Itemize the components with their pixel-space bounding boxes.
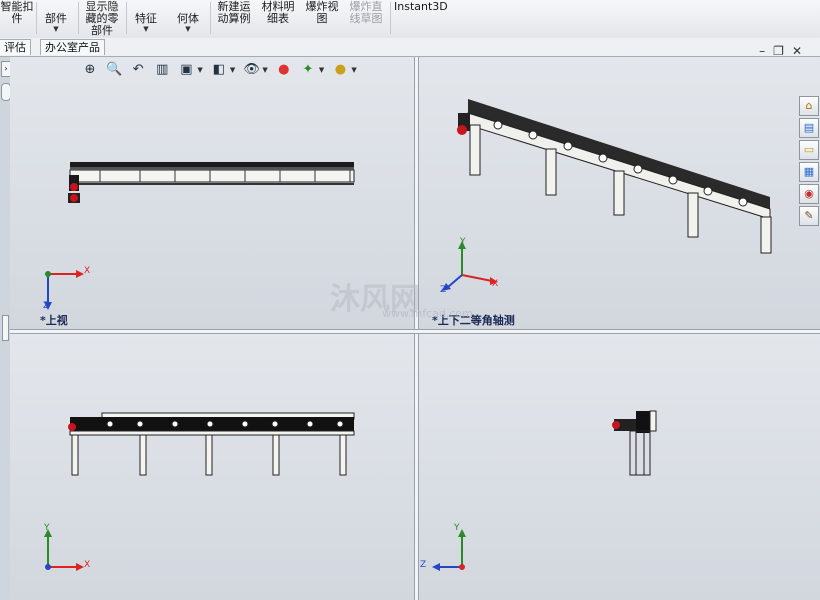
chevron-down-icon[interactable]: ▼ — [128, 25, 164, 33]
command-tabs: 评估 办公室产品 — [0, 38, 820, 57]
explode-line-sketch-button[interactable]: 爆炸直 线草图 — [346, 0, 386, 37]
tb-label: 部件 — [45, 12, 67, 25]
chevron-down-icon[interactable]: ▼ — [197, 62, 202, 78]
tb-label: Instant3D — [394, 0, 448, 13]
tb-label: 智能扣 件 — [0, 0, 34, 25]
tab-evaluate[interactable]: 评估 — [0, 39, 31, 55]
view-orientation-icon[interactable]: ▣ — [178, 62, 194, 78]
y-axis-label: Y — [44, 523, 50, 533]
minimize-icon[interactable]: – — [759, 44, 773, 58]
folder-icon[interactable]: ▭ — [799, 140, 819, 160]
viewport-bottom-left[interactable]: Y X — [10, 333, 414, 600]
instant3d-button[interactable]: Instant3D — [394, 0, 448, 37]
heads-up-view-toolbar: ⊕ 🔍 ↶ ▥ ▣ ▼ ◧ ▼ 👁 ▼ ● ✦ ▼ ● ▼ — [82, 62, 360, 80]
appearance-icon[interactable]: ◉ — [799, 184, 819, 204]
window-controls: –❐✕ — [759, 44, 810, 58]
chevron-down-icon[interactable]: ▼ — [170, 25, 206, 33]
graphics-area[interactable]: X Z *上视 Y X Z *上下二等角轴测 Y X Y Z 沐风网 www.m… — [10, 57, 820, 600]
new-motion-study-button[interactable]: 新建运 动算例 — [214, 0, 254, 37]
chevron-down-icon[interactable]: ▼ — [40, 25, 72, 33]
command-manager-toolbar: 智能扣 件 部件 ▼ 显示隐 藏的零 部件 特征 ▼ 何体 ▼ 新建运 动算例 材料明… — [0, 0, 820, 39]
edit-appearance-icon[interactable]: ● — [276, 62, 292, 78]
restore-icon[interactable]: ❐ — [773, 44, 792, 58]
library-icon[interactable]: ▤ — [799, 118, 819, 138]
hide-show-items-icon[interactable]: 👁 — [243, 62, 260, 78]
chevron-down-icon[interactable]: ▼ — [319, 62, 324, 78]
z-axis-label: Z — [440, 285, 447, 295]
previous-view-icon[interactable]: ↶ — [130, 62, 146, 78]
view-settings-icon[interactable]: ● — [332, 62, 348, 78]
view-palette-icon[interactable]: ▦ — [799, 162, 819, 182]
show-hidden-components-button[interactable]: 显示隐 藏的零 部件 — [82, 0, 122, 37]
viewport-splitter-horizontal[interactable] — [10, 329, 820, 334]
side-view-model — [612, 410, 657, 476]
top-view-label: *上视 — [40, 314, 68, 327]
custom-props-icon[interactable]: ✎ — [799, 206, 819, 226]
x-axis-label: X — [84, 560, 91, 570]
exploded-view-button[interactable]: 爆炸视 图 — [304, 0, 340, 37]
chevron-down-icon[interactable]: ▼ — [262, 62, 267, 78]
x-axis-label: X — [492, 279, 499, 289]
viewport-bottom-right[interactable]: Y Z — [418, 333, 820, 600]
watermark-url: www.mfcad.com — [382, 307, 473, 320]
apply-scene-icon[interactable]: ✦ — [300, 62, 316, 78]
display-style-icon[interactable]: ◧ — [211, 62, 227, 78]
splitter-handle[interactable] — [2, 315, 9, 341]
section-view-icon[interactable]: ▥ — [154, 62, 170, 78]
y-axis-label: Y — [454, 523, 460, 533]
viewport-top-right[interactable]: Y X Z *上下二等角轴测 — [418, 57, 820, 329]
x-axis-label: X — [84, 266, 91, 276]
smart-fasteners-button[interactable]: 智能扣 件 — [0, 0, 34, 37]
tb-label: 材料明 细表 — [261, 0, 295, 25]
tb-label: 特征 — [135, 12, 157, 25]
tb-label: 新建运 动算例 — [217, 0, 251, 25]
bill-of-materials-button[interactable]: 材料明 细表 — [260, 0, 296, 37]
chevron-down-icon[interactable]: ▼ — [351, 62, 356, 78]
tb-label: 何体 — [177, 12, 199, 25]
tb-label: 爆炸直 线草图 — [349, 0, 383, 25]
axis-triad — [432, 529, 466, 571]
axis-triad — [442, 241, 498, 291]
reference-geometry-button[interactable]: 何体 ▼ — [170, 0, 206, 37]
tb-label: 爆炸视 图 — [305, 0, 339, 25]
assembly-features-button[interactable]: 特征 ▼ — [128, 0, 164, 37]
tb-label: 显示隐 藏的零 部件 — [85, 0, 119, 37]
z-axis-label: Z — [43, 301, 50, 311]
tab-office-products[interactable]: 办公室产品 — [40, 39, 105, 55]
home-icon[interactable]: ⌂ — [799, 96, 819, 116]
close-icon[interactable]: ✕ — [792, 44, 810, 58]
zoom-to-fit-icon[interactable]: ⊕ — [82, 62, 98, 78]
y-axis-label: Y — [460, 237, 466, 247]
chevron-down-icon[interactable]: ▼ — [230, 62, 235, 78]
zoom-to-area-icon[interactable]: 🔍 — [106, 62, 122, 78]
z-axis-label: Z — [420, 560, 427, 570]
assembly-components-button[interactable]: 部件 ▼ — [40, 0, 72, 37]
